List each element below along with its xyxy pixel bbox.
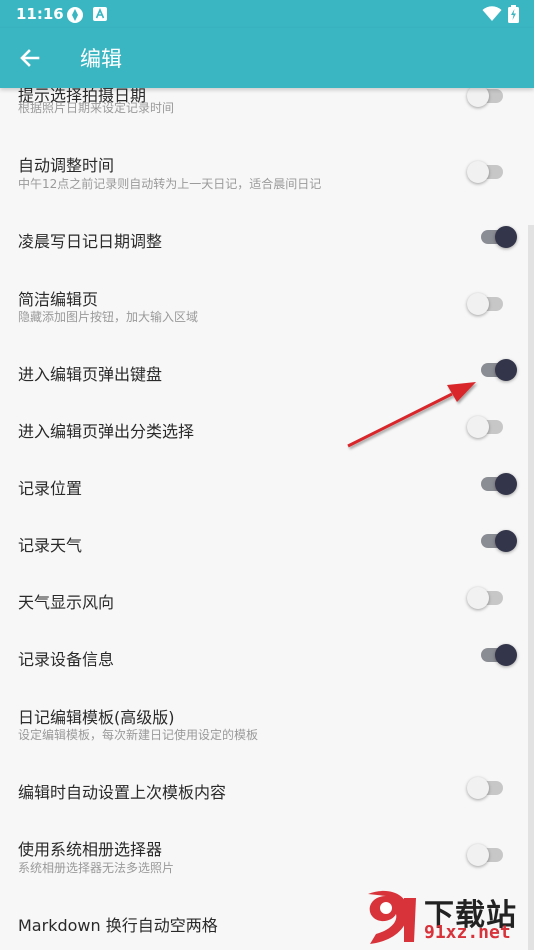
setting-title: 简洁编辑页 xyxy=(18,290,99,309)
weather-toggle[interactable] xyxy=(477,527,517,555)
setting-title: 记录天气 xyxy=(18,536,83,555)
simple-editor-toggle[interactable] xyxy=(467,290,507,318)
setting-title: 进入编辑页弹出分类选择 xyxy=(18,422,195,441)
setting-subtitle: 隐藏添加图片按钮，加大输入区域 xyxy=(18,310,199,324)
setting-row-simple-editor[interactable]: 简洁编辑页 隐藏添加图片按钮，加大输入区域 xyxy=(0,276,534,336)
setting-row-location[interactable]: 记录位置 xyxy=(0,460,534,510)
page-title: 编辑 xyxy=(80,47,122,71)
setting-title: 编辑时自动设置上次模板内容 xyxy=(18,783,227,802)
system-picker-toggle[interactable] xyxy=(467,841,507,869)
status-bar: 11:16 xyxy=(0,0,534,28)
setting-subtitle: 中午12点之前记录则自动转为上一天日记，适合晨间日记 xyxy=(18,177,322,191)
auto-time-toggle[interactable] xyxy=(467,158,507,186)
setting-title: 使用系统相册选择器 xyxy=(18,840,163,859)
last-template-toggle[interactable] xyxy=(467,774,507,802)
late-night-toggle[interactable] xyxy=(477,223,517,251)
setting-subtitle: 系统相册选择器无法多选照片 xyxy=(18,861,175,875)
arrow-left-icon[interactable] xyxy=(18,46,42,70)
settings-list[interactable]: 提示选择拍摄日期 根据照片日期来设定记录时间 自动调整时间 中午12点之前记录则… xyxy=(0,0,534,950)
a-badge-icon xyxy=(93,7,107,25)
setting-row-device-info[interactable]: 记录设备信息 xyxy=(0,631,534,681)
vpn-icon xyxy=(66,6,84,28)
setting-title: 进入编辑页弹出键盘 xyxy=(18,365,163,384)
setting-title: 记录设备信息 xyxy=(18,650,115,669)
setting-title: 凌晨写日记日期调整 xyxy=(18,232,163,251)
keyboard-popup-toggle[interactable] xyxy=(477,356,517,384)
battery-icon xyxy=(508,5,519,27)
scrollbar[interactable] xyxy=(528,225,534,950)
setting-row-wind[interactable]: 天气显示风向 xyxy=(0,574,534,624)
setting-row-weather[interactable]: 记录天气 xyxy=(0,517,534,567)
watermark-logo-icon xyxy=(368,890,416,944)
setting-title: 自动调整时间 xyxy=(18,156,115,175)
setting-row-template[interactable]: 日记编辑模板(高级版) 设定编辑模板，每次新建日记使用设定的模板 xyxy=(0,694,534,750)
setting-title: 天气显示风向 xyxy=(18,593,115,612)
wifi-icon xyxy=(482,6,502,26)
setting-row-last-template[interactable]: 编辑时自动设置上次模板内容 xyxy=(0,764,534,814)
setting-row-auto-time[interactable]: 自动调整时间 中午12点之前记录则自动转为上一天日记，适合晨间日记 xyxy=(0,142,534,204)
status-time: 11:16 xyxy=(16,5,64,23)
setting-row-category-popup[interactable]: 进入编辑页弹出分类选择 xyxy=(0,403,534,453)
setting-row-system-picker[interactable]: 使用系统相册选择器 系统相册选择器无法多选照片 xyxy=(0,826,534,884)
setting-title: Markdown 换行自动空两格 xyxy=(18,916,218,935)
wind-toggle[interactable] xyxy=(467,584,507,612)
device-info-toggle[interactable] xyxy=(477,641,517,669)
watermark: 下载站 91xz.net xyxy=(358,888,528,948)
watermark-url: 91xz.net xyxy=(424,922,511,943)
setting-title: 记录位置 xyxy=(18,479,83,498)
setting-subtitle: 根据照片日期来设定记录时间 xyxy=(18,101,175,115)
setting-title: 日记编辑模板(高级版) xyxy=(18,708,175,727)
setting-row-late-night[interactable]: 凌晨写日记日期调整 xyxy=(0,212,534,264)
app-bar: 编辑 xyxy=(0,28,534,88)
setting-subtitle: 设定编辑模板，每次新建日记使用设定的模板 xyxy=(18,728,259,742)
setting-row-keyboard-popup[interactable]: 进入编辑页弹出键盘 xyxy=(0,346,534,396)
location-toggle[interactable] xyxy=(477,470,517,498)
category-popup-toggle[interactable] xyxy=(467,413,507,441)
